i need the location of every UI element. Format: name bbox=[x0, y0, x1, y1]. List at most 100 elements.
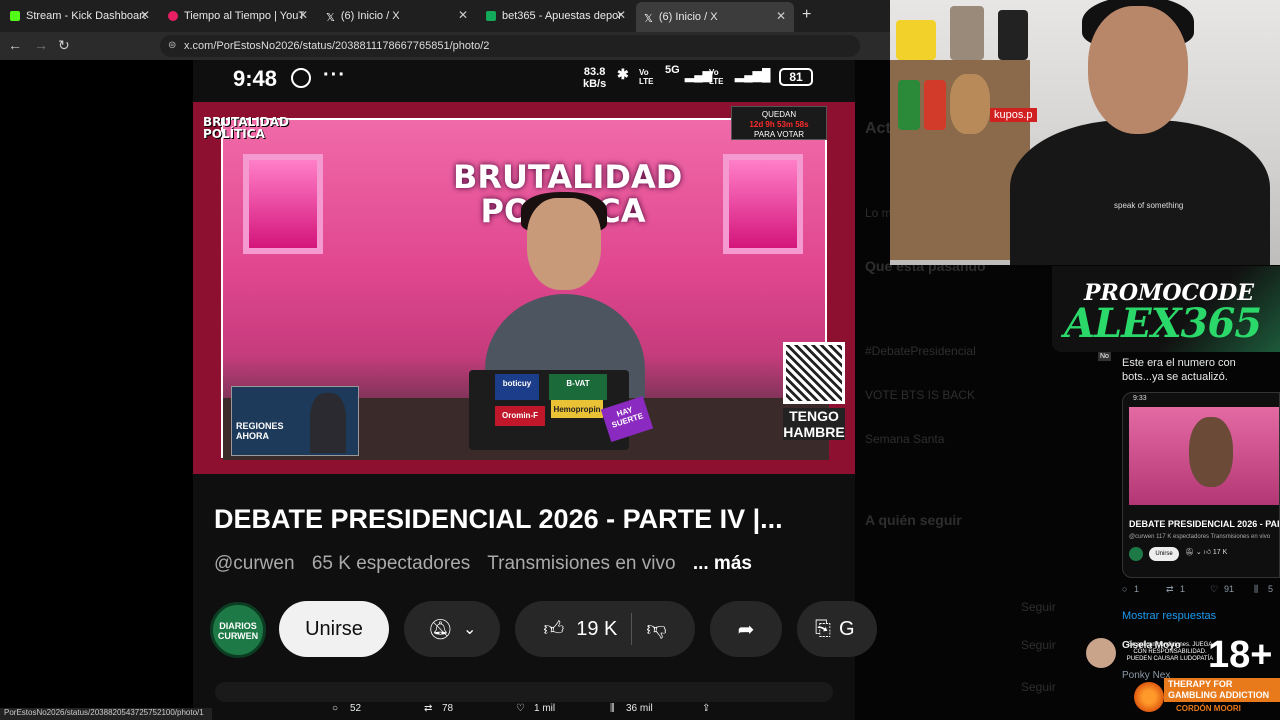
reply2-avatar[interactable] bbox=[1086, 638, 1116, 668]
volte-label: Vo LTE bbox=[709, 68, 724, 86]
back-arrow-icon[interactable]: ← bbox=[8, 37, 22, 53]
like-count: 91 bbox=[1224, 584, 1235, 594]
sticker: Oromin-F bbox=[495, 406, 545, 426]
shirt bbox=[1010, 120, 1270, 265]
tab-x-home[interactable]: 𝕏 (6) Inicio / X ✕ bbox=[318, 4, 476, 28]
new-tab-button[interactable]: + bbox=[802, 6, 811, 24]
sidebar-ghost-text: #DebatePresidencial bbox=[865, 344, 976, 358]
repost-icon[interactable]: ⇄ bbox=[424, 703, 432, 714]
url-field[interactable]: ⊜ x.com/PorEstosNo2026/status/2038811178… bbox=[160, 35, 860, 57]
signal-bars-icon: ▂▄▆█ bbox=[735, 68, 771, 82]
more-link[interactable]: ... más bbox=[693, 553, 752, 574]
show-replies-link[interactable]: Mostrar respuestas bbox=[1122, 610, 1216, 622]
like-dislike-group: 👍︎ 19 K 👎︎ bbox=[515, 601, 695, 657]
follow-button[interactable]: Seguir bbox=[1021, 638, 1056, 652]
video-actions-row: DIARIOS CURWEN Unirse 🔕︎ ⌄ 👍︎ 19 K 👎︎ ➦ … bbox=[193, 600, 877, 660]
close-icon[interactable]: ✕ bbox=[298, 8, 308, 22]
video-category: Transmisiones en vivo bbox=[487, 553, 676, 574]
reply-avatar[interactable]: No bbox=[1098, 352, 1111, 361]
phone-status-bar: 9:48 ··· 83.8 kB/s ✱ Vo LTE 5G ▂▄▆ Vo LT… bbox=[193, 60, 855, 100]
reply-count: 52 bbox=[350, 703, 362, 714]
url-text: x.com/PorEstosNo2026/status/203881117866… bbox=[184, 40, 490, 52]
streamer-webcam: kupos.p speak of something bbox=[890, 0, 1280, 265]
toy bbox=[950, 6, 984, 60]
whatsapp-icon bbox=[291, 68, 311, 88]
bell-off-icon: 🔕︎ bbox=[427, 618, 453, 641]
join-button[interactable]: Unirse bbox=[279, 601, 389, 657]
channel-avatar[interactable]: DIARIOS CURWEN bbox=[210, 602, 266, 658]
vote-top: QUEDAN bbox=[761, 110, 797, 119]
views-icon[interactable]: ⫼ bbox=[610, 703, 615, 714]
streamer-figure bbox=[1010, 0, 1270, 265]
toy bbox=[896, 20, 936, 60]
sidebar-ghost-text: VOTE BTS IS BACK bbox=[865, 388, 976, 402]
heart-icon[interactable]: ♡ bbox=[1210, 584, 1218, 595]
like-icon[interactable]: 👍︎ bbox=[543, 617, 564, 641]
battery-level: 81 bbox=[789, 70, 803, 84]
share-button[interactable]: ➦ bbox=[710, 601, 782, 657]
video-frame: BRUTALIDAD POLÍTICA boticuy B-VAT Oromin… bbox=[221, 118, 845, 460]
reply-icon[interactable]: ○ bbox=[332, 703, 338, 714]
comments-preview[interactable] bbox=[215, 682, 833, 702]
speed-value: 83.8 bbox=[583, 66, 606, 78]
kick-favicon-icon bbox=[10, 11, 20, 21]
qr-code bbox=[783, 342, 845, 404]
tab-label: Stream - Kick Dashboard bbox=[26, 10, 146, 22]
gambling-warning: Se aplican condiciones. JUEGA CON RESPON… bbox=[1126, 642, 1214, 662]
link-hover-status: PorEstosNo2026/status/203882054372575210… bbox=[0, 708, 212, 720]
overlay-tag: BRUTALIDAD POLÍTICA bbox=[203, 115, 289, 141]
chevron-down-icon: ⌄ bbox=[462, 621, 477, 638]
reply-text: Este era el numero con bots...ya se actu… bbox=[1122, 357, 1236, 383]
shirt-text: speak of something bbox=[1114, 201, 1184, 210]
channel-handle[interactable]: @curwen bbox=[214, 553, 295, 574]
heart-icon[interactable]: ♡ bbox=[516, 703, 525, 714]
share-upload-icon[interactable]: ⇪ bbox=[702, 703, 710, 714]
viewer-count: 65 K espectadores bbox=[311, 553, 471, 574]
vote-bottom: PARA VOTAR bbox=[754, 130, 804, 139]
reply-icon[interactable]: ○ bbox=[1122, 584, 1127, 594]
tab-youtube[interactable]: Tiempo al Tiempo | YouTube ✕ bbox=[160, 4, 316, 28]
reply-image[interactable]: 9:33 DEBATE PRESIDENCIAL 2026 - PARTE @c… bbox=[1122, 392, 1280, 578]
tab-label: bet365 - Apuestas deportivas bbox=[502, 10, 622, 22]
sidebar-ghost-text: Semana Santa bbox=[865, 432, 945, 446]
tab-x-home-active[interactable]: 𝕏 (6) Inicio / X ✕ bbox=[636, 2, 794, 32]
follow-button[interactable]: Seguir bbox=[1021, 680, 1056, 694]
tengo-hambre-sign: TENGO HAMBRE bbox=[783, 408, 845, 440]
book bbox=[924, 80, 946, 130]
views-icon[interactable]: ⫼ bbox=[1254, 584, 1258, 595]
phone-screenshot[interactable]: 9:48 ··· 83.8 kB/s ✱ Vo LTE 5G ▂▄▆ Vo LT… bbox=[193, 60, 877, 720]
thumb-face bbox=[1189, 417, 1233, 487]
close-icon[interactable]: ✕ bbox=[616, 8, 626, 22]
dislike-icon[interactable]: 👎︎ bbox=[646, 617, 666, 641]
more-dots-icon: ··· bbox=[323, 64, 346, 86]
video-title[interactable]: DEBATE PRESIDENCIAL 2026 - PARTE IV |... bbox=[214, 504, 783, 535]
tweet-stats-bar: ○ 52 ⇄ 78 ♡ 1 mil ⫼ 36 mil ⇪ bbox=[330, 700, 730, 720]
youtube-studio-favicon-icon bbox=[168, 11, 178, 21]
news-inset: REGIONES AHORA bbox=[231, 386, 359, 456]
site-info-icon[interactable]: ⊜ bbox=[168, 40, 176, 51]
repost-count: 1 bbox=[1180, 584, 1186, 594]
notifications-button[interactable]: 🔕︎ ⌄ bbox=[404, 601, 500, 657]
close-icon[interactable]: ✕ bbox=[140, 8, 150, 22]
video-meta: @curwen 65 K espectadores Transmisiones … bbox=[214, 553, 764, 575]
host-head bbox=[527, 198, 601, 290]
share-arrow-icon: ➦ bbox=[737, 618, 755, 641]
save-button[interactable]: ⎘ G bbox=[797, 601, 877, 657]
tab-bet365[interactable]: bet365 - Apuestas deportivas ✕ bbox=[478, 4, 634, 28]
x-logo-icon: 𝕏 bbox=[326, 12, 335, 24]
network-speed: 83.8 kB/s bbox=[583, 66, 606, 90]
logo-disc-icon bbox=[1134, 682, 1164, 712]
close-icon[interactable]: ✕ bbox=[458, 8, 468, 22]
tab-kick-dashboard[interactable]: Stream - Kick Dashboard ✕ bbox=[2, 4, 158, 28]
sticker: B-VAT bbox=[549, 374, 607, 400]
video-player[interactable]: BRUTALIDAD POLÍTICA boticuy B-VAT Oromin… bbox=[193, 102, 855, 474]
reload-icon[interactable]: ↻ bbox=[58, 37, 70, 54]
repost-icon[interactable]: ⇄ bbox=[1166, 584, 1174, 595]
phone-time: 9:48 bbox=[233, 66, 278, 91]
forward-arrow-icon[interactable]: → bbox=[34, 37, 48, 53]
follow-button[interactable]: Seguir bbox=[1021, 600, 1056, 614]
bookmark-icon: ⎘ bbox=[815, 617, 831, 640]
close-icon[interactable]: ✕ bbox=[776, 9, 786, 23]
thumb-meta: @curwen 117 K espectadores Transmisiones… bbox=[1129, 534, 1271, 540]
news-label: REGIONES AHORA bbox=[236, 421, 284, 441]
